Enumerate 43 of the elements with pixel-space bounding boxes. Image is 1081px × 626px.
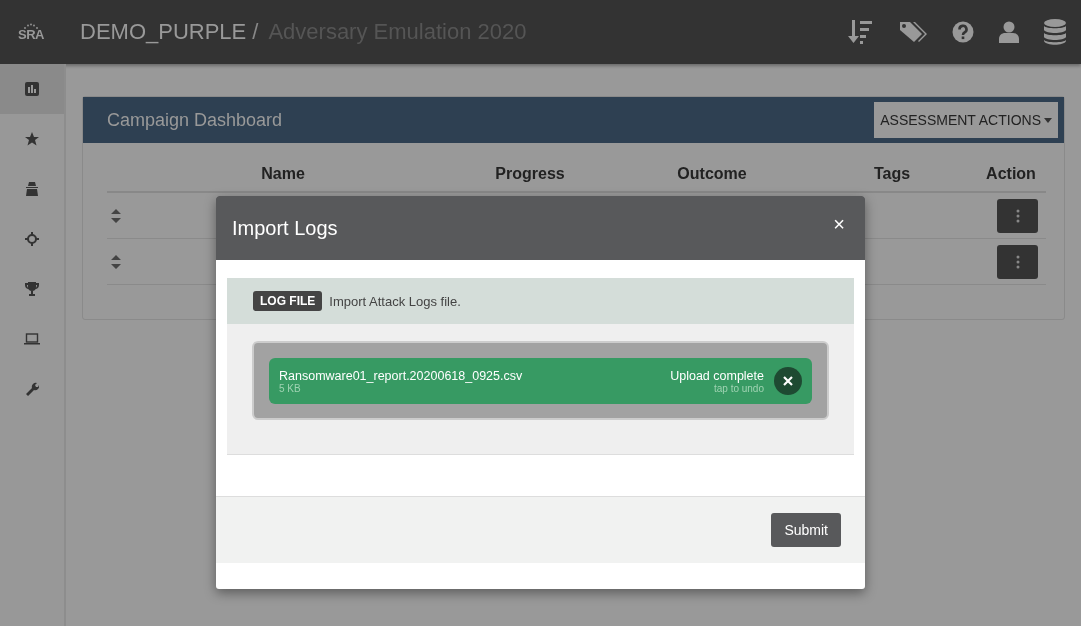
column-header: Outcome bbox=[676, 164, 748, 184]
help-icon[interactable] bbox=[952, 21, 974, 43]
close-button[interactable]: × bbox=[833, 212, 845, 236]
wrench-icon bbox=[25, 382, 39, 396]
file-drop-area[interactable]: Ransomware01_report.20200618_0925.csv 5 KB Upload complete tap to undo bbox=[252, 341, 829, 420]
dots-icon bbox=[22, 23, 40, 29]
crosshair-icon bbox=[25, 232, 39, 246]
sort-handle-icon[interactable] bbox=[111, 208, 121, 223]
more-icon bbox=[1015, 208, 1020, 223]
database-icon[interactable] bbox=[1044, 19, 1066, 45]
laptop-icon bbox=[24, 333, 40, 345]
logo[interactable]: SRA bbox=[2, 23, 60, 41]
log-file-label: LOG FILE bbox=[253, 291, 323, 311]
column-header: Name bbox=[260, 164, 306, 184]
breadcrumb-separator: / bbox=[252, 19, 259, 45]
sort-handle-icon[interactable] bbox=[111, 254, 121, 269]
star-icon bbox=[25, 132, 39, 146]
upload-status: Upload complete bbox=[670, 368, 764, 383]
trophy-icon bbox=[25, 282, 39, 296]
column-header: Tags bbox=[872, 164, 912, 184]
tags-icon[interactable] bbox=[899, 20, 927, 44]
caret-icon bbox=[1044, 117, 1052, 123]
more-icon bbox=[1015, 254, 1020, 269]
sidebar-item[interactable] bbox=[0, 64, 64, 114]
user-icon[interactable] bbox=[999, 21, 1019, 43]
panel-description: Import Attack Logs file. bbox=[329, 293, 461, 309]
logo-text: SRA bbox=[18, 29, 44, 41]
assessment-actions-button[interactable]: ASSESSMENT ACTIONS bbox=[874, 102, 1058, 138]
dialog-title: Import Logs bbox=[232, 216, 338, 240]
submit-button[interactable]: Submit bbox=[771, 513, 841, 547]
bar-chart-icon bbox=[25, 82, 39, 96]
row-actions-button[interactable] bbox=[997, 198, 1038, 233]
card-title: Campaign Dashboard bbox=[107, 109, 283, 131]
column-header: Action bbox=[985, 164, 1037, 184]
file-name: Ransomware01_report.20200618_0925.csv bbox=[279, 368, 524, 383]
organization-title[interactable]: DEMO_PURPLE bbox=[80, 19, 247, 45]
column-header: Progress bbox=[494, 164, 566, 184]
sort-icon[interactable] bbox=[848, 18, 874, 46]
row-actions-button[interactable] bbox=[997, 244, 1038, 279]
close-icon bbox=[783, 376, 793, 386]
undo-hint: tap to undo bbox=[713, 382, 764, 394]
file-size: 5 KB bbox=[279, 382, 301, 394]
remove-file-button[interactable] bbox=[774, 367, 802, 395]
